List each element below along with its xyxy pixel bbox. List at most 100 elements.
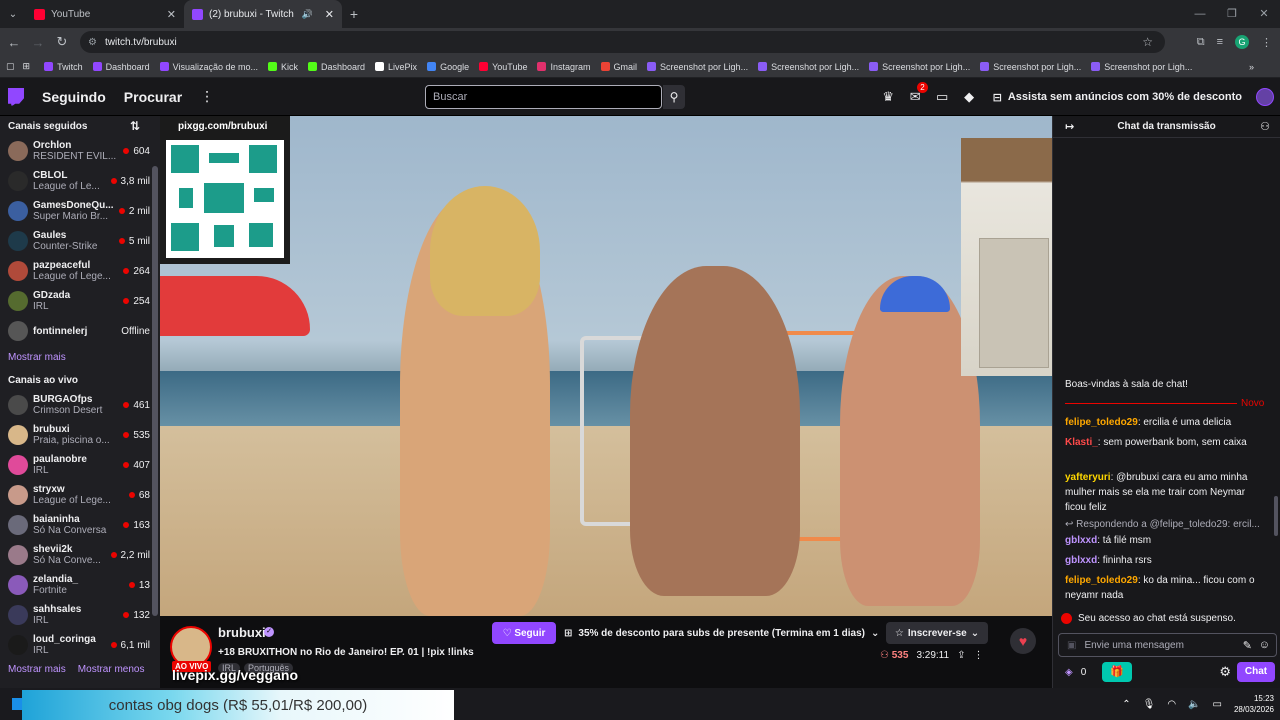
clock[interactable]: 15:23 28/03/2026 — [1234, 693, 1274, 715]
reload-icon[interactable]: ↻ — [50, 34, 74, 50]
video-player[interactable]: pixgg.com/brubuxi — [160, 116, 1052, 616]
maximize-icon[interactable]: ❐ — [1216, 0, 1248, 28]
bits-cheer-icon[interactable]: ✎ — [1243, 639, 1252, 652]
microphone-icon[interactable]: 🎙 — [1143, 699, 1156, 710]
emote-icon[interactable]: ☺ — [1259, 639, 1270, 651]
search-input[interactable]: Buscar — [425, 85, 662, 109]
inbox-icon[interactable]: ✉ 2 — [902, 82, 929, 105]
show-more-link[interactable]: Mostrar mais — [8, 664, 66, 675]
bookmark-item[interactable]: YouTube — [479, 62, 527, 72]
show-less-link[interactable]: Mostrar menos — [78, 664, 145, 675]
minimize-icon[interactable]: — — [1184, 0, 1216, 28]
url-input[interactable]: ⚙ twitch.tv/brubuxi ☆ — [80, 31, 1165, 53]
bookmark-item[interactable]: Dashboard — [308, 62, 365, 72]
channel-row[interactable]: paulanobre IRL 407 — [0, 450, 160, 480]
menu-icon[interactable]: ⋮ — [1261, 36, 1272, 49]
bookmark-item[interactable]: Screenshot por Ligh... — [758, 62, 859, 72]
channel-row[interactable]: zelandia_ Fortnite 13 — [0, 570, 160, 600]
channel-points[interactable]: ◈ 0 — [1065, 667, 1086, 678]
volume-icon[interactable]: 🔈 — [1188, 699, 1200, 710]
nav-browse[interactable]: Procurar — [124, 89, 182, 105]
bookmark-doc-icon[interactable]: ▢ — [6, 61, 15, 72]
whispers-icon[interactable]: ▭ — [929, 89, 956, 105]
follow-button[interactable]: ♡ Seguir — [492, 622, 556, 644]
back-icon[interactable]: ← — [2, 35, 26, 50]
tab-youtube[interactable]: YouTube ✕ — [26, 0, 184, 28]
forward-icon[interactable]: → — [26, 35, 50, 50]
chat-username[interactable]: gblxxd — [1065, 535, 1097, 546]
bookmark-item[interactable]: Kick — [268, 62, 298, 72]
bookmark-item[interactable]: Screenshot por Ligh... — [980, 62, 1081, 72]
channel-row[interactable]: fontinnelerj Offline — [0, 316, 160, 346]
chat-username[interactable]: gblxxd — [1065, 555, 1097, 566]
battery-icon[interactable]: ▭ — [1213, 699, 1222, 710]
bits-icon[interactable]: ◆ — [956, 89, 983, 105]
twitch-logo-icon[interactable] — [8, 87, 24, 106]
channel-row[interactable]: baianinha Só Na Conversa 163 — [0, 510, 160, 540]
chevron-down-icon[interactable]: ⌄ — [871, 628, 879, 639]
users-icon[interactable]: ⚇ — [1260, 120, 1270, 133]
chat-username[interactable]: felipe_toledo29 — [1065, 575, 1138, 586]
chat-username[interactable]: yafteryuri — [1065, 472, 1111, 483]
bookmark-item[interactable]: Screenshot por Ligh... — [647, 62, 748, 72]
channel-name[interactable]: brubuxi — [218, 625, 266, 640]
chat-username[interactable]: Klasti_ — [1065, 437, 1098, 448]
tab-twitch[interactable]: (2) brubuxi - Twitch 🔊 ✕ — [184, 0, 342, 28]
bookmark-item[interactable]: Gmail — [600, 62, 637, 72]
channel-row[interactable]: stryxw League of Lege... 68 — [0, 480, 160, 510]
bookmark-star-icon[interactable]: ☆ — [1142, 35, 1153, 49]
share-icon[interactable]: ⇪ — [957, 650, 965, 661]
channel-row[interactable]: pazpeaceful League of Lege... 264 — [0, 256, 160, 286]
bookmark-item[interactable]: Instagram — [537, 62, 591, 72]
channel-row[interactable]: GamesDoneQu... Super Mario Br... 2 mil — [0, 196, 160, 226]
close-window-icon[interactable]: ✕ — [1248, 0, 1280, 28]
channel-row[interactable]: Orchlon RESIDENT EVIL... 604 — [0, 136, 160, 166]
bookmark-item[interactable]: LivePix — [375, 62, 417, 72]
show-more-link[interactable]: Mostrar mais — [0, 346, 160, 368]
channel-row[interactable]: loud_coringa IRL 6,1 mil — [0, 630, 160, 660]
channel-row[interactable]: CBLOL League of Le... 3,8 mil — [0, 166, 160, 196]
tab-search-icon[interactable]: ⌄ — [0, 0, 26, 28]
chevron-up-icon[interactable]: ⌃ — [1122, 699, 1130, 710]
extensions-icon[interactable]: ⧉ — [1197, 36, 1205, 49]
channel-row[interactable]: GDzada IRL 254 — [0, 286, 160, 316]
collapse-chat-icon[interactable]: ↦ — [1065, 120, 1074, 133]
gift-sub-promo[interactable]: ⊞ 35% de desconto para subs de presente … — [564, 622, 879, 644]
channel-row[interactable]: shevii2k Só Na Conve... 2,2 mil — [0, 540, 160, 570]
heart-icon[interactable]: ♥ — [1010, 628, 1036, 654]
user-avatar[interactable] — [1256, 88, 1274, 106]
sidebar-scrollbar[interactable] — [150, 116, 160, 688]
search-icon[interactable]: ⚲ — [663, 85, 685, 109]
chat-username[interactable]: felipe_toledo29 — [1065, 417, 1138, 428]
scroll-thumb[interactable] — [152, 166, 158, 616]
channel-row[interactable]: brubuxi Praia, piscina o... 535 — [0, 420, 160, 450]
sort-icon[interactable]: ⇅ — [130, 119, 140, 133]
channel-row[interactable]: sahhsales IRL 132 — [0, 600, 160, 630]
more-icon[interactable]: ⋮ — [200, 88, 214, 105]
new-tab-button[interactable]: + — [342, 6, 366, 22]
site-info-icon[interactable]: ⚙ — [88, 37, 97, 48]
bookmark-item[interactable]: Google — [427, 62, 469, 72]
speaker-icon[interactable]: 🔊 — [302, 9, 313, 20]
gift-icon[interactable]: 🎁 — [1102, 662, 1133, 682]
chat-input[interactable]: ▣ Envie uma mensagem ✎ ☺ — [1058, 633, 1277, 657]
subscribe-button[interactable]: ☆ Inscrever-se ⌄ — [886, 622, 988, 644]
channel-row[interactable]: Gaules Counter-Strike 5 mil — [0, 226, 160, 256]
turbo-promo[interactable]: ⊟ Assista sem anúncios com 30% de descon… — [993, 91, 1242, 104]
apps-grid-icon[interactable]: ⊞ — [23, 61, 31, 72]
crown-icon[interactable]: ♛ — [875, 89, 902, 105]
close-icon[interactable]: ✕ — [167, 8, 176, 21]
wifi-icon[interactable]: ◠ — [1167, 699, 1176, 710]
more-options-icon[interactable]: ⋮ — [973, 650, 983, 661]
channel-row[interactable]: BURGAOfps Crimson Desert 461 — [0, 390, 160, 420]
bookmark-item[interactable]: Visualização de mo... — [159, 62, 258, 72]
settings-icon[interactable]: ⚙ — [1219, 664, 1231, 680]
bookmark-item[interactable]: Screenshot por Ligh... — [1091, 62, 1192, 72]
bookmark-item[interactable]: Screenshot por Ligh... — [869, 62, 970, 72]
nav-following[interactable]: Seguindo — [42, 89, 106, 105]
close-icon[interactable]: ✕ — [325, 8, 334, 21]
bookmark-item[interactable]: Dashboard — [92, 62, 150, 72]
media-icon[interactable]: ≡ — [1217, 36, 1223, 48]
bookmark-item[interactable]: Twitch — [44, 62, 83, 72]
more-bookmarks-icon[interactable]: » — [1249, 62, 1254, 72]
